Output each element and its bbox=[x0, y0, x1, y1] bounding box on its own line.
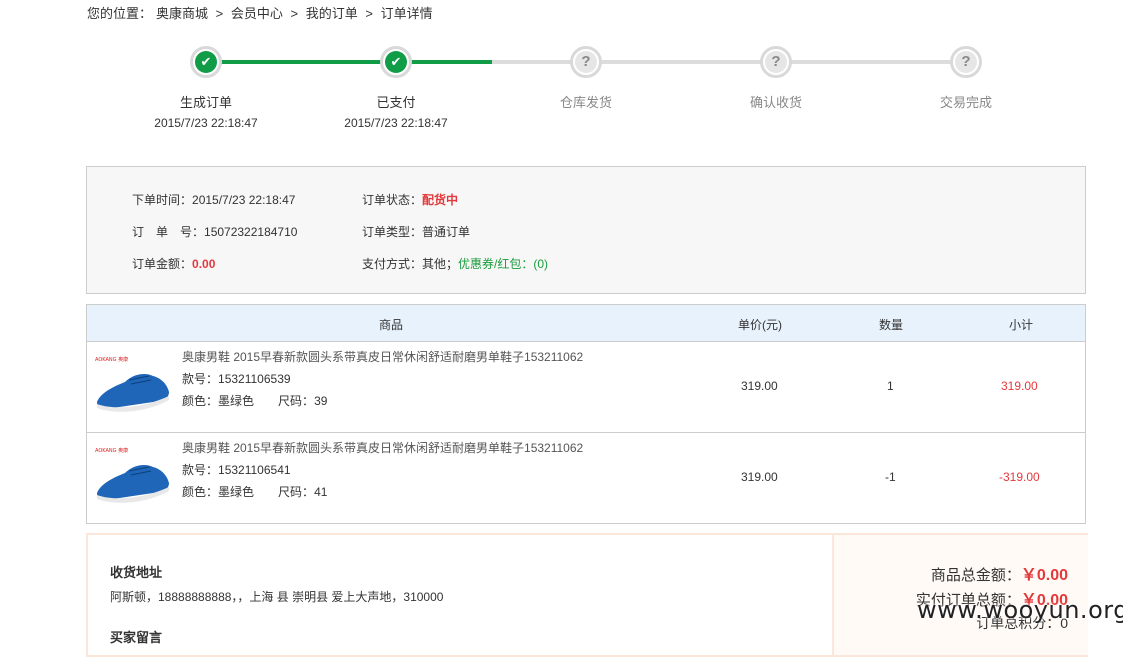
breadcrumb: 您的位置： 奥康商城 > 会员中心 > 我的订单 > 订单详情 bbox=[87, 3, 437, 22]
breadcrumb-link-member[interactable]: 会员中心 bbox=[231, 6, 283, 21]
order-amount-value: 0.00 bbox=[192, 257, 216, 271]
order-status: 订单状态：配货中 bbox=[362, 191, 458, 208]
order-number-label: 订 单 号： bbox=[132, 225, 205, 239]
table-row: AOKANG 奥康 奥康男鞋 2015早春新款圆头系带真皮日常休闲舒适耐磨男单鞋… bbox=[87, 432, 1085, 523]
breadcrumb-link-orders[interactable]: 我的订单 bbox=[306, 6, 358, 21]
product-image[interactable]: AOKANG 奥康 bbox=[93, 352, 173, 416]
sku-value: 15321106539 bbox=[218, 372, 291, 386]
step-time: 2015/7/23 22:18:47 bbox=[154, 116, 258, 130]
order-progress: ✔ 生成订单 2015/7/23 22:18:47 ✔ 已支付 2015/7/2… bbox=[0, 40, 1123, 140]
size-value: 39 bbox=[314, 394, 328, 408]
color-value: 墨绿色 bbox=[218, 394, 255, 408]
order-type-value: 普通订单 bbox=[422, 225, 471, 239]
step-time: 2015/7/23 22:18:47 bbox=[344, 116, 448, 130]
size-label: 尺码： bbox=[278, 485, 315, 499]
product-attributes: 颜色：墨绿色 尺码：39 bbox=[182, 392, 327, 409]
breadcrumb-separator: > bbox=[290, 6, 299, 21]
col-product: 商品 bbox=[379, 318, 404, 332]
product-name-link[interactable]: 奥康男鞋 2015早春新款圆头系带真皮日常休闲舒适耐磨男单鞋子153211062 bbox=[182, 348, 583, 365]
order-number: 订 单 号：15072322184710 bbox=[132, 223, 297, 240]
payment-method: 支付方式：其他；优惠券/红包：(0) bbox=[362, 255, 548, 272]
order-info-panel: 下单时间：2015/7/23 22:18:47 订 单 号：1507232218… bbox=[86, 166, 1086, 294]
order-time: 下单时间：2015/7/23 22:18:47 bbox=[132, 191, 295, 208]
step-complete: ? 交易完成 bbox=[871, 46, 1061, 111]
order-type-label: 订单类型： bbox=[362, 225, 423, 239]
question-icon: ? bbox=[575, 51, 597, 73]
col-subtotal: 小计 bbox=[1009, 318, 1034, 332]
order-footer: 收货地址 阿斯顿，18888888888，，上海 县 崇明县 爱上大声地，310… bbox=[86, 533, 1088, 657]
order-type: 订单类型：普通订单 bbox=[362, 223, 470, 240]
unit-price: 319.00 bbox=[741, 379, 778, 393]
order-summary: 商品总金额：￥0.00 实付订单总额：￥0.00 订单总积分：0 bbox=[832, 535, 1088, 655]
breadcrumb-separator: > bbox=[215, 6, 224, 21]
step-created: ✔ 生成订单 2015/7/23 22:18:47 bbox=[111, 46, 301, 130]
check-icon: ✔ bbox=[195, 51, 217, 73]
order-items-table: 商品 单价(元) 数量 小计 AOKANG 奥康 奥康男鞋 2015早春新款圆头… bbox=[86, 304, 1086, 524]
product-name-link[interactable]: 奥康男鞋 2015早春新款圆头系带真皮日常休闲舒适耐磨男单鞋子153211062 bbox=[182, 439, 583, 456]
row-subtotal: -319.00 bbox=[999, 470, 1040, 484]
goods-total: 商品总金额：￥0.00 bbox=[931, 561, 1068, 585]
check-icon: ✔ bbox=[385, 51, 407, 73]
step-circle: ✔ bbox=[380, 46, 412, 78]
sku-value: 15321106541 bbox=[218, 463, 291, 477]
col-price: 单价(元) bbox=[738, 318, 782, 332]
step-circle: ✔ bbox=[190, 46, 222, 78]
buyer-message-title: 买家留言 bbox=[110, 630, 163, 645]
question-icon: ? bbox=[955, 51, 977, 73]
step-circle: ? bbox=[570, 46, 602, 78]
sku-label: 款号： bbox=[182, 463, 219, 477]
step-confirm: ? 确认收货 bbox=[681, 46, 871, 111]
breadcrumb-prefix: 您的位置： bbox=[87, 6, 153, 21]
product-sku: 款号：15321106541 bbox=[182, 461, 291, 478]
step-label: 生成订单 bbox=[179, 95, 232, 110]
color-label: 颜色： bbox=[182, 394, 219, 408]
unit-price: 319.00 bbox=[741, 470, 778, 484]
shipping-address-title: 收货地址 bbox=[110, 565, 163, 580]
product-sku: 款号：15321106539 bbox=[182, 370, 291, 387]
breadcrumb-current: 订单详情 bbox=[380, 6, 433, 21]
col-qty: 数量 bbox=[879, 318, 904, 332]
step-label: 确认收货 bbox=[749, 95, 802, 110]
step-label: 已支付 bbox=[376, 95, 416, 110]
table-row: AOKANG 奥康 奥康男鞋 2015早春新款圆头系带真皮日常休闲舒适耐磨男单鞋… bbox=[87, 342, 1085, 432]
size-value: 41 bbox=[314, 485, 328, 499]
step-paid: ✔ 已支付 2015/7/23 22:18:47 bbox=[301, 46, 491, 130]
table-header: 商品 单价(元) 数量 小计 bbox=[87, 305, 1085, 342]
sku-label: 款号： bbox=[182, 372, 219, 386]
step-label: 仓库发货 bbox=[559, 95, 612, 110]
quantity: -1 bbox=[885, 470, 896, 484]
step-shipping: ? 仓库发货 bbox=[491, 46, 681, 111]
order-number-value: 15072322184710 bbox=[204, 225, 298, 239]
question-icon: ? bbox=[765, 51, 787, 73]
step-circle: ? bbox=[760, 46, 792, 78]
coupon-value: (0) bbox=[533, 257, 549, 271]
goods-total-label: 商品总金额： bbox=[930, 567, 1021, 584]
breadcrumb-separator: > bbox=[365, 6, 373, 21]
size-label: 尺码： bbox=[278, 394, 315, 408]
goods-total-value: ￥0.00 bbox=[1020, 567, 1068, 584]
order-amount: 订单金额：0.00 bbox=[132, 255, 215, 272]
step-label: 交易完成 bbox=[939, 95, 992, 110]
brand-logo: AOKANG 奥康 bbox=[95, 447, 128, 454]
order-status-label: 订单状态： bbox=[362, 193, 423, 207]
watermark: www.wooyun.org bbox=[917, 596, 1123, 624]
product-image[interactable]: AOKANG 奥康 bbox=[93, 443, 173, 507]
order-time-value: 2015/7/23 22:18:47 bbox=[192, 193, 296, 207]
step-circle: ? bbox=[950, 46, 982, 78]
coupon-label: 优惠券/红包： bbox=[458, 257, 534, 271]
shipping-address: 阿斯顿，18888888888，，上海 县 崇明县 爱上大声地，310000 bbox=[110, 590, 444, 604]
color-label: 颜色： bbox=[182, 485, 219, 499]
order-time-label: 下单时间： bbox=[132, 193, 193, 207]
row-subtotal: 319.00 bbox=[1001, 379, 1038, 393]
brand-logo: AOKANG 奥康 bbox=[95, 356, 128, 363]
breadcrumb-link-home[interactable]: 奥康商城 bbox=[156, 6, 208, 21]
color-value: 墨绿色 bbox=[218, 485, 255, 499]
status-badge: 配货中 bbox=[422, 193, 459, 207]
payment-value: 其他； bbox=[422, 257, 459, 271]
payment-label: 支付方式： bbox=[362, 257, 423, 271]
quantity: 1 bbox=[887, 379, 894, 393]
order-amount-label: 订单金额： bbox=[132, 257, 193, 271]
product-attributes: 颜色：墨绿色 尺码：41 bbox=[182, 483, 327, 500]
